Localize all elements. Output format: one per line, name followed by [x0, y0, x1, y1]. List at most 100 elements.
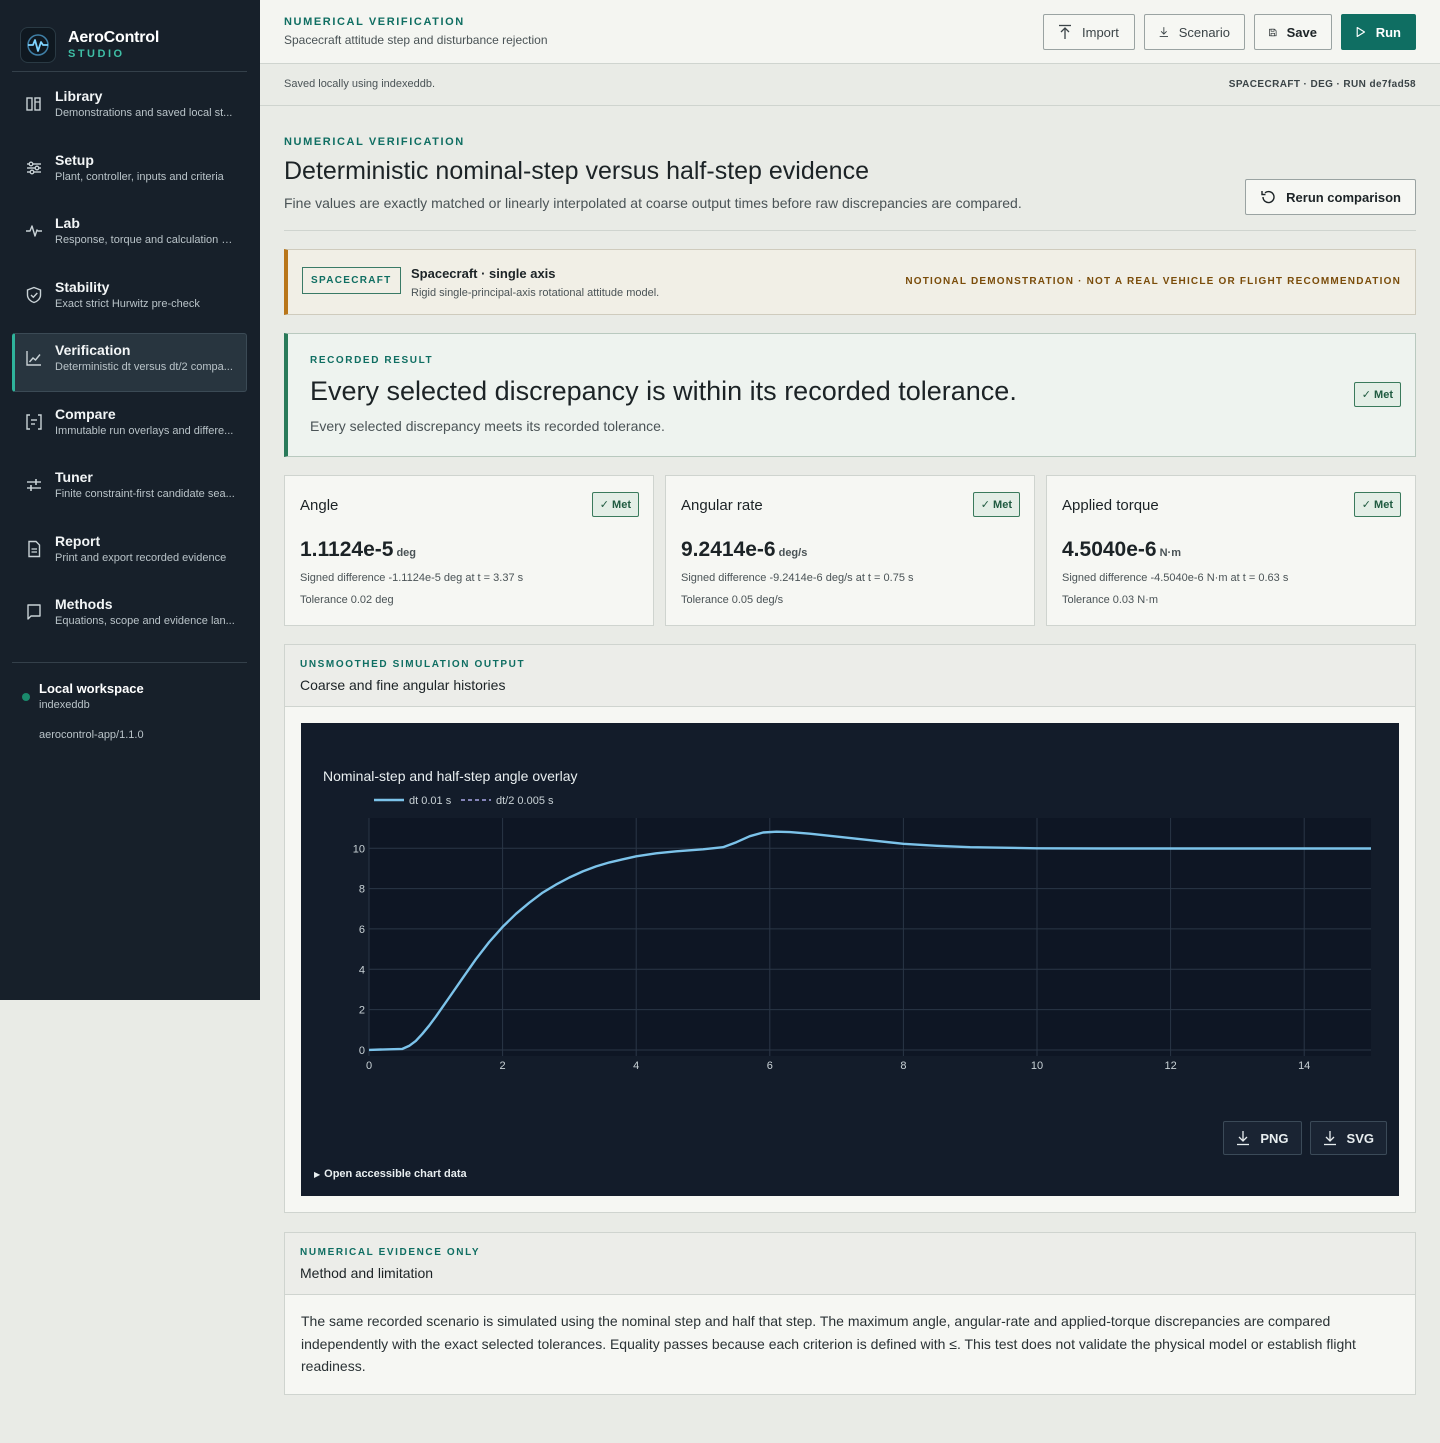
- method-description: The same recorded scenario is simulated …: [301, 1313, 1356, 1374]
- sidebar-nav: Library Demonstrations and saved local st…: [0, 72, 260, 646]
- chart-container: 0 2 4 6 8 10 12 14 0 2 4 6 8 10 Nominal-step and half-…: [301, 723, 1399, 1196]
- metric-number: 9.2414e-6: [681, 538, 776, 561]
- result-eyebrow: RECORDED RESULT: [310, 355, 434, 366]
- metric-difference: Signed difference -1.1124e-5 deg at t = …: [300, 572, 524, 584]
- scenario-button[interactable]: Scenario: [1144, 14, 1245, 50]
- header-actions: Import Scenario Save Run: [1043, 14, 1416, 50]
- sidebar-item-report[interactable]: Report Print and export recorded evidence: [12, 524, 247, 583]
- sidebar-item-desc: Deterministic dt versus dt/2 compa...: [55, 361, 233, 373]
- sidebar-item-stability[interactable]: Stability Exact strict Hurwitz pre-check: [12, 270, 247, 329]
- status-dot-icon: [22, 693, 30, 701]
- metric-label: Angular rate: [681, 497, 763, 514]
- x-tick-label: 2: [500, 1060, 506, 1072]
- result-title: Every selected discrepancy is within its…: [310, 376, 1017, 406]
- chart-data-disclosure[interactable]: ▶ Open accessible chart data: [314, 1168, 467, 1180]
- sidebar-item-tuner[interactable]: Tuner Finite constraint-first candidate s…: [12, 460, 247, 519]
- plot-area: [369, 818, 1371, 1056]
- scenario-label: Scenario: [1178, 24, 1230, 40]
- sidebar-item-desc: Finite constraint-first candidate sea...: [55, 488, 235, 500]
- metric-difference: Signed difference -9.2414e-6 deg/s at t …: [681, 572, 914, 584]
- sliders-icon: [27, 161, 41, 174]
- method-panel-header: NUMERICAL EVIDENCE ONLY Method and limit…: [285, 1233, 1415, 1295]
- met-badge: ✓ Met: [1353, 492, 1401, 517]
- recorded-result: RECORDED RESULT Every selected discrepan…: [284, 333, 1416, 457]
- result-subtitle: Every selected discrepancy meets its rec…: [310, 418, 665, 434]
- svg-label: SVG: [1346, 1130, 1374, 1146]
- y-tick-label: 2: [359, 1005, 365, 1017]
- save-status: Saved locally using indexeddb.: [284, 78, 436, 90]
- rerun-comparison-button[interactable]: Rerun comparison: [1245, 179, 1416, 215]
- page-description: Fine values are exactly matched or linea…: [284, 195, 1022, 211]
- x-tick-label: 10: [1031, 1060, 1043, 1072]
- library-icon: [26, 97, 41, 111]
- export-svg-button[interactable]: SVG: [1309, 1121, 1387, 1155]
- sidebar-item-title: Methods: [55, 596, 113, 612]
- download-icon: [1323, 1131, 1336, 1146]
- legend-label: dt 0.01 s: [409, 795, 452, 807]
- sidebar-item-lab[interactable]: Lab Response, torque and calculation e...: [12, 206, 247, 265]
- sidebar-item-desc: Exact strict Hurwitz pre-check: [55, 297, 200, 310]
- sidebar-item-desc: Plant, controller, inputs and criteria: [55, 170, 224, 183]
- metric-difference: Signed difference -4.5040e-6 N·m at t = …: [1062, 572, 1289, 584]
- status-bar: Saved locally using indexeddb. SPACECRAF…: [260, 64, 1440, 106]
- met-badge: ✓ Met: [591, 492, 639, 517]
- chart-panel-header: UNSMOOTHED SIMULATION OUTPUT Coarse and …: [285, 645, 1415, 707]
- chart-data-toggle-label: Open accessible chart data: [324, 1168, 467, 1180]
- metric-unit: N·m: [1159, 547, 1181, 559]
- legend-label: dt/2 0.005 s: [496, 795, 554, 807]
- sidebar-item-title: Setup: [55, 151, 94, 168]
- run-identifier: SPACECRAFT · DEG · RUN de7fad58: [1228, 79, 1416, 90]
- sidebar-item-setup[interactable]: Setup Plant, controller, inputs and crite…: [12, 143, 247, 202]
- metric-tolerance: Tolerance 0.02 deg: [300, 594, 394, 606]
- sidebar-item-title: Report: [55, 532, 101, 549]
- metric-tolerance: Tolerance 0.03 N·m: [1062, 594, 1158, 606]
- method-panel: NUMERICAL EVIDENCE ONLY Method and limit…: [284, 1232, 1416, 1395]
- upload-icon: [1059, 24, 1071, 39]
- chart-panel-eyebrow: UNSMOOTHED SIMULATION OUTPUT: [300, 659, 526, 670]
- top-header: NUMERICAL VERIFICATION Spacecraft attitu…: [260, 0, 1440, 64]
- metric-value: 4.5040e-6 N·m: [1062, 538, 1181, 562]
- scenario-title: Spacecraft · single axis: [411, 266, 556, 281]
- method-panel-eyebrow: NUMERICAL EVIDENCE ONLY: [300, 1247, 481, 1258]
- sidebar-item-title: Lab: [55, 215, 80, 231]
- chart-panel: UNSMOOTHED SIMULATION OUTPUT Coarse and …: [284, 644, 1416, 1213]
- sidebar-item-desc: Immutable run overlays and differe...: [55, 424, 234, 437]
- app-name: AeroControl: [68, 29, 160, 46]
- sidebar-item-desc: Print and export recorded evidence: [55, 551, 227, 564]
- metric-label: Angle: [300, 497, 339, 514]
- metric-number: 1.1124e-5: [300, 538, 394, 561]
- sidebar-item-desc: Equations, scope and evidence lan...: [55, 615, 235, 627]
- scenario-subtitle: Rigid single-principal-axis rotational a…: [411, 287, 660, 299]
- workspace-title: Local workspace: [39, 681, 144, 696]
- sidebar-item-library[interactable]: Library Demonstrations and saved local st…: [12, 79, 247, 138]
- chart-title: Nominal-step and half-step angle overlay: [323, 768, 577, 784]
- download-icon: [1159, 27, 1168, 37]
- scenario-tag: SPACECRAFT: [302, 267, 401, 294]
- sidebar-item-compare[interactable]: Compare Immutable run overlays and differ…: [12, 397, 247, 456]
- app-version: aerocontrol-app/1.1.0: [39, 729, 144, 741]
- workspace-storage: indexeddb: [39, 699, 90, 711]
- sidebar-item-title: Verification: [55, 342, 131, 358]
- header-eyebrow: NUMERICAL VERIFICATION: [284, 16, 465, 28]
- y-tick-label: 4: [359, 964, 365, 976]
- pulse-logo-icon: [20, 26, 56, 63]
- refresh-icon: [1261, 190, 1275, 204]
- export-png-button[interactable]: PNG: [1223, 1121, 1302, 1155]
- save-button[interactable]: Save: [1254, 14, 1332, 50]
- metric-cards: Angle ✓ Met 1.1124e-5 deg Signed differen…: [284, 475, 1416, 626]
- sidebar-item-methods[interactable]: Methods Equations, scope and evidence lan…: [12, 587, 247, 646]
- import-button[interactable]: Import: [1043, 14, 1135, 50]
- brand[interactable]: AeroControl STUDIO: [12, 0, 247, 72]
- sidebar-item-verification[interactable]: Verification Deterministic dt versus dt/2…: [12, 333, 247, 392]
- x-tick-label: 8: [900, 1060, 906, 1072]
- run-label: Run: [1375, 24, 1401, 40]
- sidebar-item-title: Library: [55, 88, 103, 104]
- metric-card-angular-rate: Angular rate ✓ Met 9.2414e-6 deg/s Signed…: [665, 475, 1035, 626]
- scenario-banner: SPACECRAFT Spacecraft · single axis Rigi…: [284, 249, 1416, 315]
- metric-number: 4.5040e-6: [1062, 538, 1157, 561]
- sidebar-item-title: Tuner: [55, 469, 93, 485]
- pulse-icon: [26, 225, 42, 237]
- y-tick-label: 10: [353, 843, 365, 855]
- run-button[interactable]: Run: [1341, 14, 1416, 50]
- page-eyebrow: NUMERICAL VERIFICATION: [284, 136, 465, 148]
